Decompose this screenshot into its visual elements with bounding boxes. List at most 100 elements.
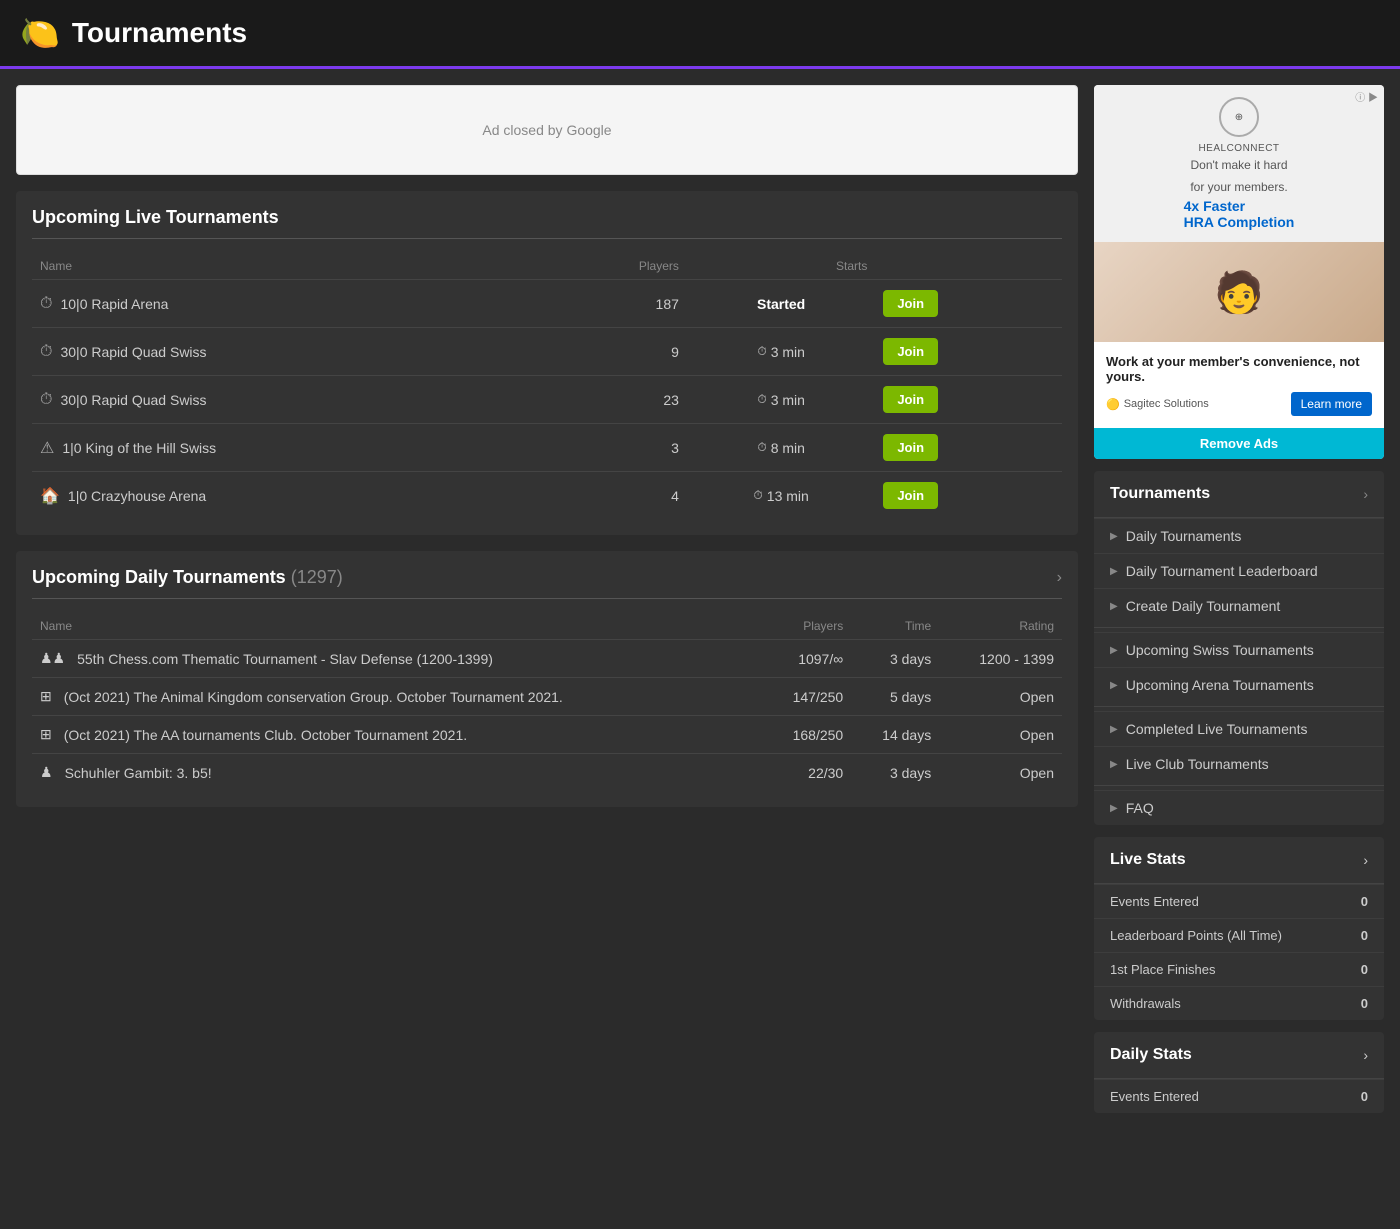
sidebar-nav-item[interactable]: ▶Upcoming Arena Tournaments	[1094, 667, 1384, 702]
tournament-name: ⏱ 10|0 Rapid Arena	[40, 295, 531, 313]
tournament-name-cell: ⏱ 30|0 Rapid Quad Swiss	[32, 376, 539, 424]
tournaments-nav-header[interactable]: Tournaments ›	[1094, 471, 1384, 518]
col-players: Players	[539, 253, 687, 280]
tournament-name: ⏱ 30|0 Rapid Quad Swiss	[40, 391, 531, 409]
sidebar-nav-item[interactable]: ▶ Upcoming Swiss Tournaments	[1094, 632, 1384, 667]
tournament-name-cell: ⏱ 10|0 Rapid Arena	[32, 280, 539, 328]
nav-item-label: Completed Live Tournaments	[1126, 721, 1308, 737]
live-tournament-row: ⏱ 10|0 Rapid Arena 187 Started Join	[32, 280, 1062, 328]
stats-value: 0	[1361, 962, 1368, 977]
time-cell: 3 days	[851, 640, 939, 678]
tournament-name: ⊞ (Oct 2021) The Animal Kingdom conserva…	[40, 688, 753, 705]
ad-banner-text: Ad closed by Google	[482, 122, 611, 138]
ad-company-logo: 🟡	[1106, 398, 1120, 411]
section-divider-2	[32, 598, 1062, 599]
join-cell: Join	[875, 328, 1062, 376]
daily-type-icon: ♟	[40, 764, 53, 781]
nav-item-label: FAQ	[1126, 800, 1154, 816]
daily-section-header: Upcoming Daily Tournaments (1297) ›	[32, 567, 1062, 588]
tournament-name-text: 30|0 Rapid Quad Swiss	[60, 392, 206, 408]
players-cell: 168/250	[761, 716, 851, 754]
join-button[interactable]: Join	[883, 338, 938, 365]
stats-value: 0	[1361, 894, 1368, 909]
starts-value: Started	[757, 296, 805, 312]
upcoming-daily-section: Upcoming Daily Tournaments (1297) › Name…	[16, 551, 1078, 807]
rating-cell: Open	[939, 716, 1062, 754]
starts-cell: ⏱3 min	[687, 328, 875, 376]
nav-item-label: Upcoming Swiss Tournaments	[1126, 642, 1314, 658]
remove-ads-button[interactable]: Remove Ads	[1094, 428, 1384, 459]
stats-value: 0	[1361, 928, 1368, 943]
stats-label: Withdrawals	[1110, 996, 1181, 1011]
daily-type-icon: ♟♟	[40, 650, 65, 667]
upcoming-live-section: Upcoming Live Tournaments Name Players S…	[16, 191, 1078, 535]
sidebar-nav-item[interactable]: ▶ Daily Tournament Leaderboard	[1094, 553, 1384, 588]
sidebar-nav-item[interactable]: ▶ Daily Tournaments	[1094, 518, 1384, 553]
ad-company: 🟡 Sagitec Solutions	[1106, 398, 1209, 411]
tournament-type-icon: ⏱	[40, 391, 52, 409]
stats-row: Events Entered0	[1094, 884, 1384, 918]
main-content: Ad closed by Google Upcoming Live Tourna…	[16, 85, 1078, 1125]
clock-icon: ⏱	[757, 392, 766, 407]
tournament-name: ♟♟ 55th Chess.com Thematic Tournament - …	[40, 650, 753, 667]
live-stats-header[interactable]: Live Stats ›	[1094, 837, 1384, 884]
starts-value: ⏱3 min	[695, 344, 867, 360]
tournament-name-text: (Oct 2021) The AA tournaments Club. Octo…	[64, 727, 467, 743]
ad-top: ⊕ HEALCONNECT Don't make it hard for you…	[1094, 85, 1384, 242]
rating-cell: Open	[939, 678, 1062, 716]
join-button[interactable]: Join	[883, 386, 938, 413]
ad-x-button[interactable]: ⓘ ▶	[1355, 89, 1378, 104]
daily-stats-header[interactable]: Daily Stats ›	[1094, 1032, 1384, 1079]
ad-headline: Work at your member's convenience, not y…	[1106, 354, 1372, 384]
nav-item-label: Live Club Tournaments	[1126, 756, 1269, 772]
nav-bullet-icon: ▶	[1110, 645, 1118, 656]
tournament-name-text: 1|0 King of the Hill Swiss	[62, 440, 216, 456]
stats-label: Events Entered	[1110, 1089, 1199, 1104]
ad-learn-button[interactable]: Learn more	[1291, 392, 1372, 416]
daily-type-icon: ⊞	[40, 688, 52, 705]
daily-tournament-row: ⊞ (Oct 2021) The AA tournaments Club. Oc…	[32, 716, 1062, 754]
time-cell: 3 days	[851, 754, 939, 792]
tournaments-nav-title: Tournaments	[1110, 485, 1210, 503]
live-stats-title: Live Stats	[1110, 851, 1186, 869]
nav-bullet-icon: ▶	[1110, 531, 1118, 542]
join-button[interactable]: Join	[883, 482, 938, 509]
daily-stats-arrow: ›	[1363, 1047, 1368, 1063]
join-button[interactable]: Join	[883, 434, 938, 461]
starts-value: ⏱3 min	[695, 392, 867, 408]
daily-section-arrow[interactable]: ›	[1057, 569, 1062, 587]
sidebar-nav-item[interactable]: ▶Completed Live Tournaments	[1094, 711, 1384, 746]
tournament-name: ⊞ (Oct 2021) The AA tournaments Club. Oc…	[40, 726, 753, 743]
sidebar-nav-item[interactable]: ▶Live Club Tournaments	[1094, 746, 1384, 781]
players-cell: 1097/∞	[761, 640, 851, 678]
nav-bullet-icon: ▶	[1110, 566, 1118, 577]
players-cell: 3	[539, 424, 687, 472]
tournaments-nav-card: Tournaments › ▶ Daily Tournaments ▶ Daily T…	[1094, 471, 1384, 825]
join-button[interactable]: Join	[883, 290, 938, 317]
tournament-name-text: (Oct 2021) The Animal Kingdom conservati…	[64, 689, 563, 705]
col-rating-daily: Rating	[939, 613, 1062, 640]
daily-count: (1297)	[291, 567, 343, 587]
tournament-name-text: 55th Chess.com Thematic Tournament - Sla…	[77, 651, 493, 667]
players-cell: 22/30	[761, 754, 851, 792]
tournament-name: ⏱ 30|0 Rapid Quad Swiss	[40, 343, 531, 361]
starts-cell: ⏱13 min	[687, 472, 875, 520]
nav-item-label: Daily Tournament Leaderboard	[1126, 563, 1318, 579]
nav-bullet-icon: ▶	[1110, 601, 1118, 612]
sidebar-ad: ⓘ ▶ ⊕ HEALCONNECT Don't make it hard for…	[1094, 85, 1384, 459]
tournament-name-text: Schuhler Gambit: 3. b5!	[65, 765, 212, 781]
sidebar-nav-item[interactable]: ▶Create Daily Tournament	[1094, 588, 1384, 623]
join-cell: Join	[875, 424, 1062, 472]
sidebar-nav-item[interactable]: ▶FAQ	[1094, 790, 1384, 825]
daily-tournaments-table: Name Players Time Rating ♟♟ 55th Chess.c…	[32, 613, 1062, 791]
live-stats-arrow: ›	[1363, 852, 1368, 868]
ad-logo: ⊕	[1219, 97, 1259, 137]
tournament-name-cell: ⊞ (Oct 2021) The AA tournaments Club. Oc…	[32, 716, 761, 754]
time-cell: 14 days	[851, 716, 939, 754]
ad-highlight: 4x FasterHRA Completion	[1184, 198, 1295, 230]
ad-image: 🧑	[1094, 242, 1384, 342]
tournament-type-icon: ⏱	[40, 295, 52, 313]
live-tournament-row: ⏱ 30|0 Rapid Quad Swiss 9 ⏱3 min Join	[32, 328, 1062, 376]
page-header: 🍋 Tournaments	[0, 0, 1400, 69]
nav-item-label: Daily Tournaments	[1126, 528, 1242, 544]
